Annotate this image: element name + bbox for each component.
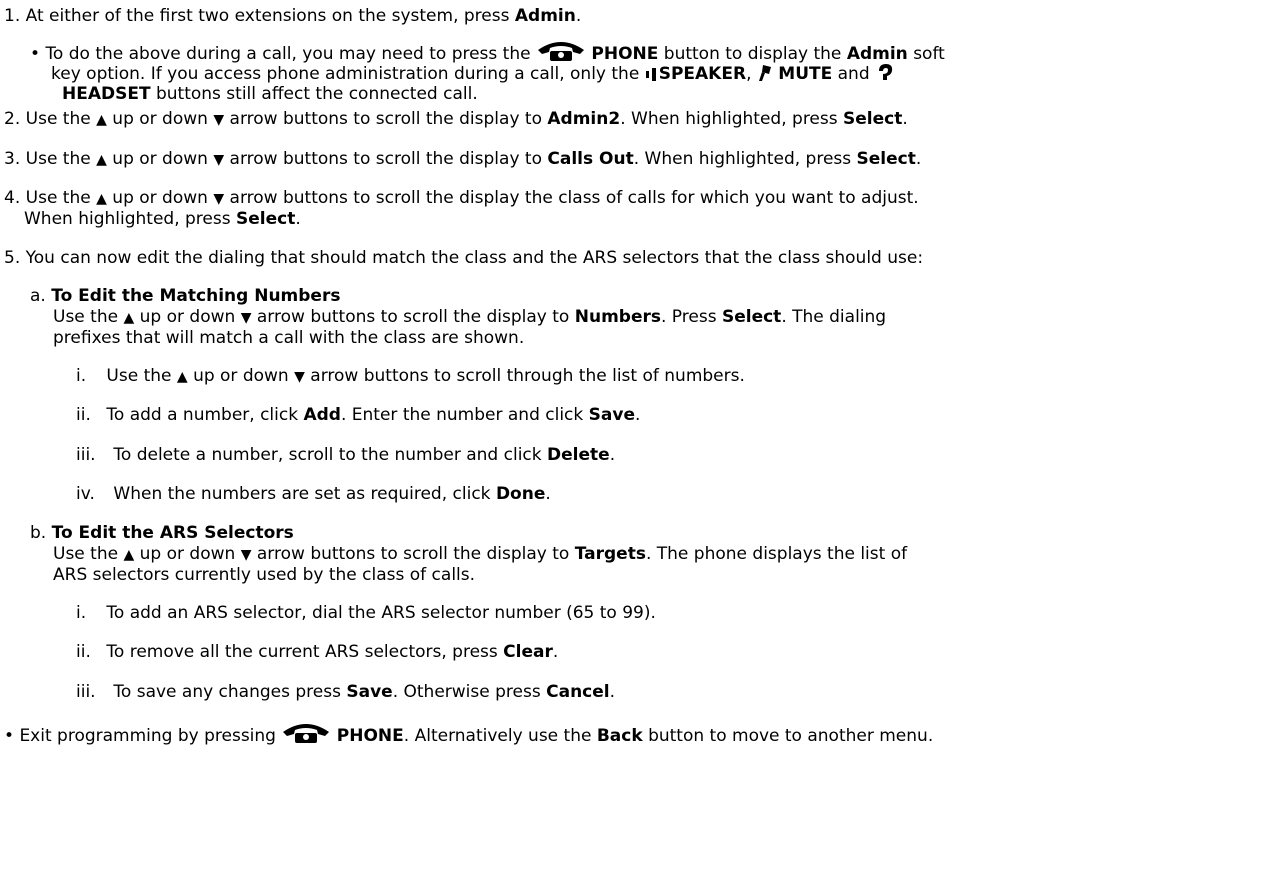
up-arrow-icon: ▲ [176,369,188,385]
sub-a-line-2: prefixes that will match a call with the… [53,328,525,348]
sub-b-item-ii: ii. To remove all the current ARS select… [76,642,559,662]
step-1-bullet-line-3: HEADSET buttons still affect the connect… [62,84,478,104]
down-arrow-icon: ▼ [213,112,225,128]
admin-label: Admin [514,6,576,26]
step-2: 2. Use the ▲ up or down ▼ arrow buttons … [4,109,908,129]
sub-b-item-iii: iii. To save any changes press Save. Oth… [76,682,616,702]
up-arrow-icon: ▲ [123,547,135,563]
speaker-icon [645,66,659,88]
step-4-line-2: When highlighted, press Select. [24,209,301,229]
down-arrow-icon: ▼ [213,152,225,168]
sub-a-line-1: Use the ▲ up or down ▼ arrow buttons to … [53,307,887,327]
step-3: 3. Use the ▲ up or down ▼ arrow buttons … [4,149,922,169]
sub-a-heading: a. To Edit the Matching Numbers [30,286,341,306]
sub-a-item-i: i. Use the ▲ up or down ▼ arrow buttons … [76,366,745,386]
step-4: 4. Use the ▲ up or down ▼ arrow buttons … [4,188,919,208]
sub-a-item-iv: iv. When the numbers are set as required… [76,484,551,504]
down-arrow-icon: ▼ [240,310,252,326]
step-5: 5. You can now edit the dialing that sho… [4,248,924,268]
sub-b-line-2: ARS selectors currently used by the clas… [53,565,476,585]
microphone-icon [757,64,773,88]
document-page: { "common": { "arrows_pre": "Use the", "… [0,0,1287,873]
sub-a-item-ii: ii. To add a number, click Add. Enter th… [76,405,641,425]
down-arrow-icon: ▼ [294,369,305,385]
down-arrow-icon: ▼ [213,191,225,207]
up-arrow-icon: ▲ [96,152,107,168]
sub-b-item-i: i. To add an ARS selector, dial the ARS … [76,603,656,623]
headset-icon [875,62,895,88]
step-1: 1. At either of the first two extensions… [4,6,582,26]
sub-a-item-iii: iii. To delete a number, scroll to the n… [76,445,616,465]
sub-b-line-1: Use the ▲ up or down ▼ arrow buttons to … [53,544,908,564]
up-arrow-icon: ▲ [96,112,107,128]
up-arrow-icon: ▲ [96,191,107,207]
up-arrow-icon: ▲ [123,310,135,326]
down-arrow-icon: ▼ [240,547,252,563]
telephone-icon [281,722,331,750]
sub-b-heading: b. To Edit the ARS Selectors [30,523,294,543]
exit-bullet: • Exit programming by pressing PHONE. Al… [4,722,933,750]
step-number: 1. [4,6,21,26]
